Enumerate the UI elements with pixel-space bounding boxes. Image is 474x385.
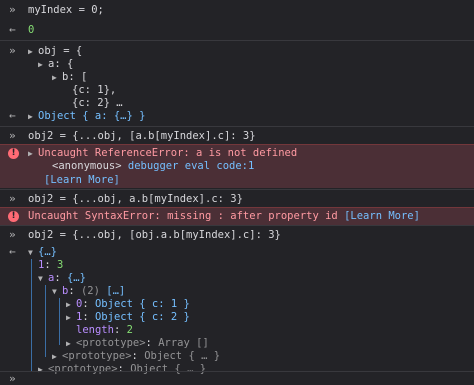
console-command-line: obj = {: [38, 45, 83, 57]
console-error-row: ! ▶ Uncaught ReferenceError: a is not def…: [0, 144, 474, 188]
console-input-row: » myIndex = 0;: [0, 0, 474, 20]
collapse-triangle-icon[interactable]: ▼: [38, 274, 48, 283]
tree-node[interactable]: ▶ 1: Object { c: 2 }: [66, 311, 190, 323]
expand-triangle-icon[interactable]: ▶: [52, 73, 62, 82]
error-icon: !: [8, 211, 19, 222]
input-prompt-icon: »: [9, 129, 16, 142]
tree-node[interactable]: ▼ {…}: [28, 246, 57, 258]
output-arrow-icon: ←: [9, 245, 16, 258]
expand-triangle-icon[interactable]: ▶: [66, 300, 76, 309]
console-command-line: b: [: [62, 71, 88, 83]
expand-triangle-icon[interactable]: ▶: [28, 149, 38, 158]
stack-frame-location[interactable]: debugger eval code:1: [128, 160, 254, 172]
console-command: obj2 = {...obj, [obj.a.b[myIndex].c]: 3}: [28, 229, 281, 241]
input-prompt-icon: »: [9, 192, 16, 205]
tree-node[interactable]: ▼ a: {…}: [38, 272, 86, 284]
output-object[interactable]: Object { a: {…} }: [38, 110, 145, 122]
learn-more-link[interactable]: [Learn More]: [344, 210, 420, 222]
input-prompt-icon: »: [9, 3, 16, 16]
learn-more-link[interactable]: [Learn More]: [44, 174, 120, 186]
console-command-line: a: {: [48, 58, 74, 70]
expand-triangle-icon[interactable]: ▶: [66, 313, 76, 322]
expand-triangle-icon[interactable]: ▶: [52, 352, 62, 361]
expand-triangle-icon[interactable]: ▶: [28, 112, 38, 121]
tree-node[interactable]: ▼ b: (2) […]: [52, 285, 125, 297]
output-arrow-icon: ←: [9, 109, 16, 122]
console-input-row: » obj2 = {...obj, [obj.a.b[myIndex].c]: …: [0, 225, 474, 243]
collapse-triangle-icon[interactable]: ▼: [28, 248, 38, 257]
console-command: obj2 = {...obj, [a.b[myIndex].c]: 3}: [28, 130, 256, 142]
output-value: 0: [28, 24, 35, 36]
console-command-line: {c: 1},: [72, 84, 117, 96]
output-arrow-icon: ←: [9, 23, 16, 36]
input-prompt-icon: »: [9, 44, 16, 57]
console-input-row: » obj2 = {...obj, a.b[myIndex].c: 3}: [0, 189, 474, 207]
console-command: myIndex = 0;: [28, 4, 104, 16]
tree-node: length: 2: [76, 324, 133, 336]
input-prompt-icon: »: [9, 228, 16, 241]
expand-triangle-icon[interactable]: ▶: [38, 60, 48, 69]
console-input-line[interactable]: »: [0, 371, 474, 385]
console-input-row: » obj2 = {...obj, [a.b[myIndex].c]: 3}: [0, 126, 474, 144]
console-command: obj2 = {...obj, a.b[myIndex].c: 3}: [28, 193, 243, 205]
error-message: Uncaught ReferenceError: a is not define…: [38, 147, 298, 159]
tree-guide: [59, 298, 60, 345]
console-output-row: ← 0: [0, 20, 474, 40]
error-icon: !: [8, 148, 19, 159]
console-error-row: ! Uncaught SyntaxError: missing : after …: [0, 207, 474, 225]
collapse-triangle-icon[interactable]: ▼: [52, 287, 62, 296]
console-input-row: » ▶ obj = { ▶ a: { ▶ b: [ {c: 1}, {c: 2} …: [0, 40, 474, 109]
tree-node[interactable]: ▶ <prototype>: Object { … }: [52, 350, 220, 362]
error-message: Uncaught SyntaxError: missing : after pr…: [28, 210, 338, 222]
console-output-row: ← ▶ Object { a: {…} }: [0, 108, 474, 126]
tree-node[interactable]: ▶ <prototype>: Array []: [66, 337, 209, 349]
object-inspector: ← ▼ {…} 1: 3 ▼ a: {…} ▼ b: (2) […] ▶ 0: Obje…: [0, 243, 474, 375]
tree-guide: [45, 285, 46, 357]
stack-frame-name: <anonymous>: [52, 160, 122, 172]
tree-guide: [31, 259, 32, 371]
expand-triangle-icon[interactable]: ▶: [28, 47, 38, 56]
tree-node: 1: 3: [38, 259, 64, 271]
input-prompt-icon: »: [9, 372, 16, 385]
expand-triangle-icon[interactable]: ▶: [66, 339, 76, 348]
tree-node[interactable]: ▶ 0: Object { c: 1 }: [66, 298, 190, 310]
